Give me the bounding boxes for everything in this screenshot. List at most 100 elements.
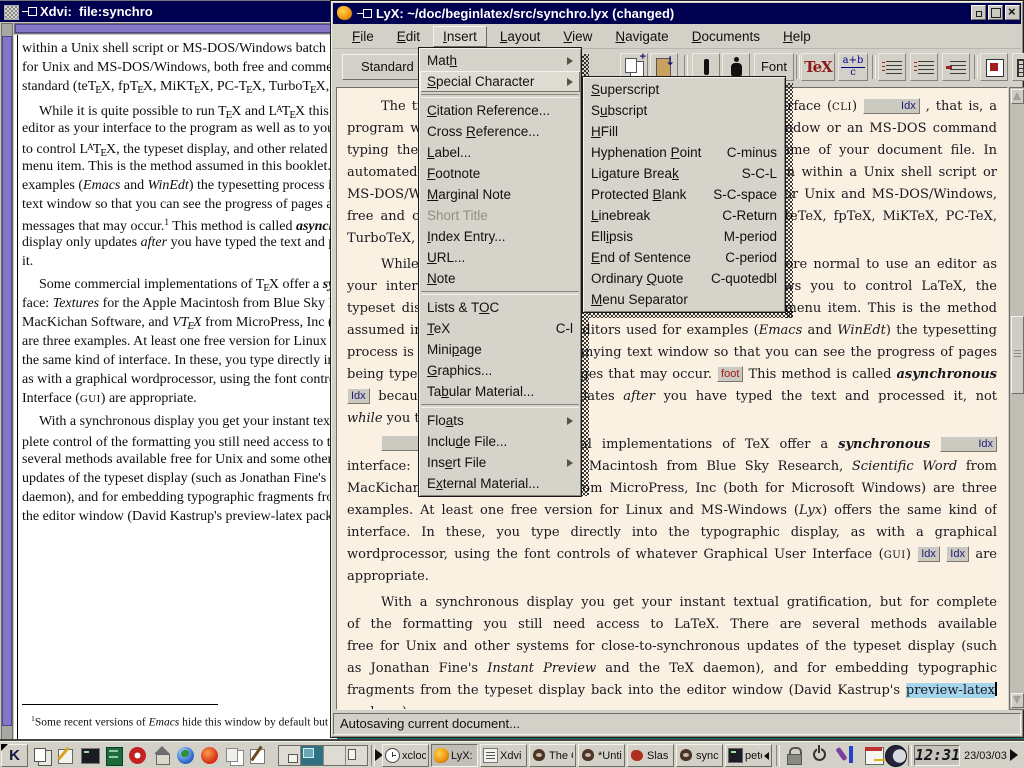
maximize-button[interactable] [988,5,1003,20]
menu-item-protected-blank[interactable]: Protected BlankS-C-space [584,184,784,205]
task-button-xdvi[interactable]: Xdvi [480,744,527,767]
menu-item-insert-file[interactable]: Insert File [420,452,580,473]
file-drawers-icon[interactable] [102,744,126,767]
scroll-down-arrow-icon[interactable] [1011,693,1024,708]
menu-item-hyphenation-point[interactable]: Hyphenation PointC-minus [584,142,784,163]
tex-mode-icon[interactable]: TeX [801,53,835,81]
task-button-lyx[interactable]: LyX: [431,744,478,767]
menubar-item-help[interactable]: Help [773,26,821,47]
window-pin-icon[interactable] [22,7,37,16]
menu-item-menu-separator[interactable]: Menu Separator [584,289,784,310]
menu-item-graphics[interactable]: Graphics... [420,360,580,381]
date-display[interactable]: 23/03/03 [964,750,1007,762]
menubar-item-edit[interactable]: Edit [387,26,430,47]
moon-icon[interactable] [884,744,908,767]
mail-icon[interactable] [198,744,222,767]
menubar-item-view[interactable]: View [553,26,602,47]
menu-item-url[interactable]: URL... [420,247,580,268]
menu-item-superscript[interactable]: Superscript [584,79,784,100]
xdvi-titlebar[interactable]: Xdvi: file:synchro [0,1,337,22]
help-icon[interactable] [126,744,150,767]
minimize-button[interactable] [971,5,986,20]
task-button-xcloc[interactable]: xcloc [382,744,429,767]
menu-item-citation-reference[interactable]: Citation Reference... [420,100,580,121]
klipper-icon[interactable] [836,744,860,767]
task-button-sync[interactable]: sync [676,744,723,767]
panel-hide-arrow-icon[interactable] [1010,749,1018,761]
menu-item-ligature-break[interactable]: Ligature BreakS-C-L [584,163,784,184]
math-mode-icon[interactable]: a+b c [838,53,868,81]
menu-item-footnote[interactable]: Footnote [420,163,580,184]
pager-desktop-4[interactable] [346,746,367,765]
lyx-vertical-scrollbar[interactable] [1009,87,1024,710]
menu-item-end-of-sentence[interactable]: End of SentenceC-period [584,247,784,268]
task-label: Xdvi [500,750,524,762]
menu-item-tex[interactable]: TeXC-l [420,318,580,339]
menubar-item-navigate[interactable]: Navigate [605,26,678,47]
editor-icon[interactable] [246,744,270,767]
menubar-item-file[interactable]: File [342,26,384,47]
text-line: interface. In these, you type directly i… [347,522,997,544]
documents-icon[interactable] [222,744,246,767]
menu-item-ellipsis[interactable]: EllipsisM-period [584,226,784,247]
logout-icon[interactable] [808,744,832,767]
lock-icon[interactable] [782,744,806,767]
close-button[interactable] [1005,5,1020,20]
xdvi-horizontal-scrollbar[interactable] [14,23,336,34]
menu-item-cross-reference[interactable]: Cross Reference... [420,121,580,142]
menubar-item-insert[interactable]: Insert [433,26,487,47]
lyx-app-icon[interactable] [337,6,352,20]
insert-figure-icon[interactable] [980,53,1008,81]
menu-item-linebreak[interactable]: LinebreakC-Return [584,205,784,226]
desktop-icon[interactable] [54,744,78,767]
menu-item-math[interactable]: Math [420,50,580,71]
vertical-scrollbar-thumb[interactable] [2,36,12,726]
menu-item-subscript[interactable]: Subscript [584,100,784,121]
menu-item-minipage[interactable]: Minipage [420,339,580,360]
menu-item-lists-toc[interactable]: Lists & TOC [420,297,580,318]
task-button-unti[interactable]: *Unti [578,744,625,767]
terminal-icon[interactable] [78,744,102,767]
menu-item-tabular-material[interactable]: Tabular Material... [420,381,580,402]
menu-item-label[interactable]: Label... [420,142,580,163]
k-menu-button[interactable]: K [1,744,28,767]
xdvi-vertical-scrollbar[interactable] [1,23,13,741]
lyx-window-title: LyX: ~/doc/beginlatex/src/synchro.lyx (c… [376,6,674,21]
task-button-the-g[interactable]: The G [529,744,576,767]
menubar-item-documents[interactable]: Documents [682,26,770,47]
increase-depth-icon[interactable] [942,53,970,81]
text-line: Interface (GUI) are appropriate. [22,389,337,408]
task-button-slas[interactable]: Slas [627,744,674,767]
menu-item-note[interactable]: Note [420,268,580,289]
horizontal-scrollbar-thumb[interactable] [15,24,333,33]
menu-item-floats[interactable]: Floats [420,410,580,431]
pager-desktop-2[interactable] [301,746,323,765]
lyx-titlebar[interactable]: LyX: ~/doc/beginlatex/src/synchro.lyx (c… [333,3,1021,24]
window-menu-icon[interactable] [4,5,19,20]
text-line: MacKichan Software, and VTEX from MicroP… [22,313,337,332]
menu-item-special-character[interactable]: Special Character [420,71,580,92]
menu-item-short-title[interactable]: Short Title [420,205,580,226]
pager-desktop-3[interactable] [324,746,346,765]
menu-item-marginal-note[interactable]: Marginal Note [420,184,580,205]
window-pin-icon[interactable] [357,9,372,18]
scrollbar-thumb[interactable] [1011,316,1024,394]
menu-item-include-file[interactable]: Include File... [420,431,580,452]
pager-desktop-1[interactable] [279,746,301,765]
home-icon[interactable] [150,744,174,767]
scroll-up-arrow-icon[interactable] [1011,89,1024,104]
enumerate-list-icon[interactable] [910,53,938,81]
itemize-list-icon[interactable] [878,53,906,81]
menu-item-external-material[interactable]: External Material... [420,473,580,494]
menu-item-index-entry[interactable]: Index Entry... [420,226,580,247]
desktop-pager[interactable] [278,745,368,766]
organizer-icon[interactable] [862,744,886,767]
insert-table-icon[interactable] [1012,53,1024,81]
web-browser-icon[interactable] [174,744,198,767]
window-list-icon[interactable] [30,744,54,767]
menu-item-ordinary-quote[interactable]: Ordinary QuoteC-quotedbl [584,268,784,289]
digital-clock[interactable]: 12:31 [914,745,960,766]
menubar-item-layout[interactable]: Layout [490,26,551,47]
task-button-pete[interactable]: pete [725,744,772,767]
menu-item-hfill[interactable]: HFill [584,121,784,142]
